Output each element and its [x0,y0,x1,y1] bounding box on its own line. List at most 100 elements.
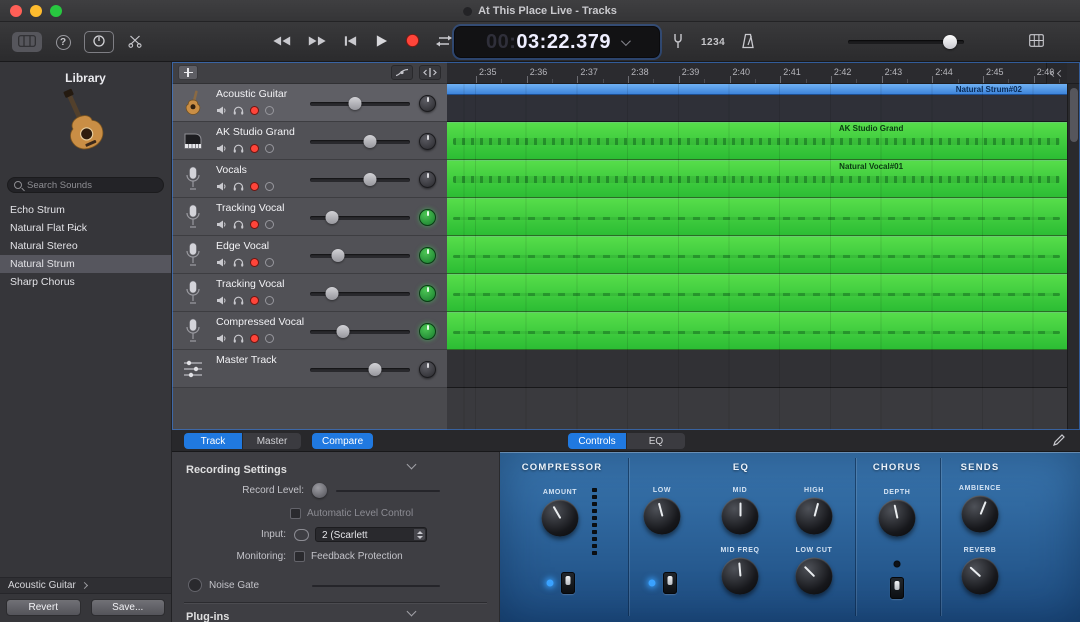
region-bar[interactable]: Natural Strum#02 [447,84,1080,95]
track-header[interactable]: AK Studio Grand [172,122,447,160]
media-browser-button[interactable] [1026,30,1046,54]
pan-knob[interactable] [419,171,436,188]
mute-button[interactable] [216,334,227,343]
audio-region[interactable] [447,236,1080,274]
record-enable-button[interactable] [250,220,259,229]
record-enable-button[interactable] [250,296,259,305]
track-header[interactable]: Master Track [172,350,447,388]
pan-knob[interactable] [419,209,436,226]
compare-button[interactable]: Compare [312,433,373,449]
noise-gate-checkbox[interactable] [188,578,202,592]
pan-knob[interactable] [419,95,436,112]
solo-button[interactable] [233,220,244,229]
record-enable-button[interactable] [250,258,259,267]
audio-region[interactable]: Natural Vocal#01 [447,160,1080,198]
solo-button[interactable] [233,334,244,343]
library-item[interactable]: Natural Stereo [0,237,171,255]
toggle-switch[interactable] [890,577,904,599]
record-level-knob[interactable] [312,483,327,498]
tab-master[interactable]: Master [243,433,301,449]
recording-settings-header[interactable]: Recording Settings [186,460,485,474]
volume-knob[interactable] [364,173,377,186]
volume-knob[interactable] [326,211,339,224]
search-sounds-field[interactable]: Search Sounds [7,177,164,193]
library-toggle-button[interactable] [12,32,42,52]
pan-knob[interactable] [419,247,436,264]
library-item[interactable]: Natural Strum [0,255,171,273]
input-monitoring-button[interactable] [265,144,274,153]
tab-track[interactable]: Track [184,433,242,449]
rewind-button[interactable] [270,30,294,54]
input-monitoring-button[interactable] [265,258,274,267]
close-button[interactable] [10,5,22,17]
lcd-display[interactable]: 00: 03:22.379 [455,27,659,57]
pan-knob[interactable] [419,361,436,378]
knob[interactable] [722,558,759,595]
solo-button[interactable] [233,296,244,305]
input-format-button[interactable] [294,529,309,541]
track-volume-slider[interactable] [310,173,410,186]
input-monitoring-button[interactable] [265,296,274,305]
timeline-empty-area[interactable] [447,388,1080,430]
smart-controls-button[interactable] [84,31,114,53]
track-volume-slider[interactable] [310,325,410,338]
save-button[interactable]: Save... [91,599,166,616]
lcd-mode-chevron-icon[interactable] [621,36,631,46]
count-in-button[interactable]: 1234 [699,30,727,54]
track-header[interactable]: Compressed Vocal [172,312,447,350]
volume-knob[interactable] [943,35,957,49]
audio-region[interactable] [447,312,1080,350]
revert-button[interactable]: Revert [6,599,81,616]
audio-region[interactable]: AK Studio Grand [447,122,1080,160]
mute-button[interactable] [216,182,227,191]
mute-button[interactable] [216,106,227,115]
volume-knob[interactable] [332,249,345,262]
track-header[interactable]: Vocals [172,160,447,198]
tuner-button[interactable] [668,30,688,54]
patch-name-row[interactable]: Acoustic Guitar [0,577,171,594]
library-item[interactable]: Sharp Chorus [0,273,171,291]
record-level-slider[interactable] [336,490,440,492]
knob[interactable] [722,498,759,535]
solo-button[interactable] [233,144,244,153]
toggle-switch[interactable] [561,572,575,594]
stepper-icon[interactable] [414,529,425,540]
track-header[interactable]: Edge Vocal [172,236,447,274]
go-to-beginning-button[interactable] [340,30,360,54]
catch-playhead-button[interactable] [419,65,441,80]
volume-knob[interactable] [369,363,382,376]
mute-button[interactable] [216,258,227,267]
metronome-button[interactable] [738,30,758,54]
knob[interactable] [796,558,833,595]
minimize-button[interactable] [30,5,42,17]
track-volume-slider[interactable] [310,97,410,110]
knob[interactable] [796,498,833,535]
track-volume-slider[interactable] [310,287,410,300]
record-enable-button[interactable] [250,106,259,115]
volume-knob[interactable] [326,287,339,300]
scrollbar-thumb[interactable] [1070,88,1078,142]
cycle-button[interactable] [433,30,455,54]
input-monitoring-button[interactable] [265,106,274,115]
master-volume-slider[interactable] [848,35,964,49]
mute-button[interactable] [216,144,227,153]
track-header[interactable]: Tracking Vocal [172,274,447,312]
automation-button[interactable] [391,65,413,80]
zoom-button[interactable] [50,5,62,17]
solo-button[interactable] [233,258,244,267]
audio-region[interactable]: Natural Strum#02 [447,84,1080,122]
audio-region[interactable] [447,274,1080,312]
knob[interactable] [644,498,681,535]
tab-controls[interactable]: Controls [568,433,626,449]
track-header[interactable]: Acoustic Guitar [172,84,447,122]
record-button[interactable] [402,30,422,54]
track-volume-slider[interactable] [310,249,410,262]
input-monitoring-button[interactable] [265,182,274,191]
track-header[interactable]: Tracking Vocal [172,198,447,236]
volume-knob[interactable] [337,325,350,338]
volume-knob[interactable] [349,97,362,110]
record-enable-button[interactable] [250,144,259,153]
volume-knob[interactable] [364,135,377,148]
editor-button[interactable] [125,30,145,54]
add-track-button[interactable] [178,65,198,80]
